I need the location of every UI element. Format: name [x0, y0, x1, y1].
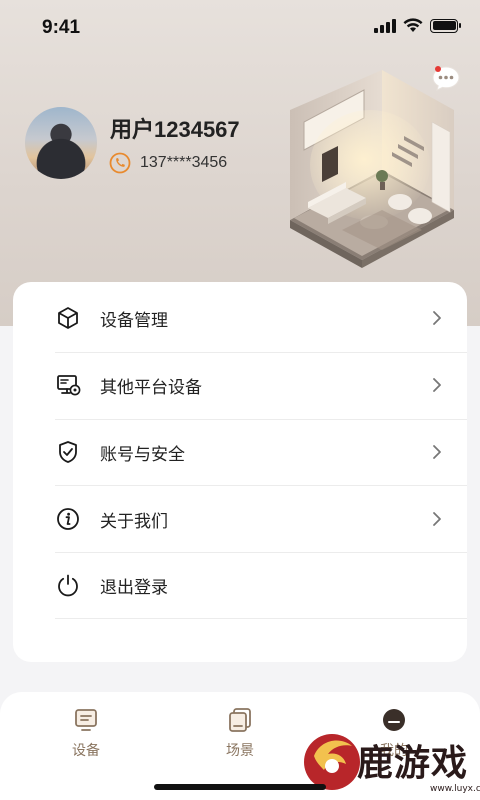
- power-icon: [58, 574, 78, 597]
- home-indicator: [154, 784, 326, 790]
- phone-icon: [109, 152, 131, 174]
- menu-item-label: 账号与安全: [100, 444, 185, 465]
- tab-devices[interactable]: 设备: [56, 706, 116, 760]
- menu-item-account-security[interactable]: 账号与安全: [13, 419, 467, 485]
- menu-item-logout[interactable]: 退出登录: [13, 552, 467, 618]
- chevron-right-icon: [433, 512, 441, 526]
- battery-icon: [430, 18, 461, 33]
- watermark-text: 鹿游戏: [357, 742, 469, 784]
- chevron-right-icon: [433, 311, 441, 325]
- tab-label: 设备: [72, 743, 100, 759]
- menu-card: 设备管理 其他平台设备 账号与安全 关于我们 退出登录: [13, 282, 467, 662]
- chevron-right-icon: [433, 445, 441, 459]
- tab-label: 场景: [226, 743, 254, 759]
- signal-icon: [374, 18, 396, 33]
- device-icon: [75, 709, 97, 731]
- menu-item-label: 其他平台设备: [100, 377, 202, 398]
- status-icons: [374, 18, 461, 33]
- phone-row: 137****3456: [109, 152, 227, 174]
- menu-item-label: 关于我们: [100, 511, 168, 532]
- cube-icon: [58, 307, 78, 329]
- wifi-icon: [403, 18, 423, 32]
- shield-check-icon: [59, 441, 77, 463]
- username: 用户1234567: [110, 117, 240, 142]
- divider: [55, 618, 467, 619]
- status-time: 9:41: [42, 17, 81, 38]
- menu-item-other-platform-devices[interactable]: 其他平台设备: [13, 352, 467, 418]
- monitor-settings-icon: [57, 375, 81, 396]
- tab-scenes[interactable]: 场景: [210, 706, 270, 760]
- menu-item-label: 退出登录: [100, 577, 168, 598]
- chevron-right-icon: [433, 378, 441, 392]
- menu-item-device-management[interactable]: 设备管理: [13, 285, 467, 351]
- phone-number: 137****3456: [140, 154, 228, 171]
- avatar[interactable]: [25, 107, 97, 179]
- menu-item-about-us[interactable]: 关于我们: [13, 486, 467, 552]
- status-bar: 9:41: [0, 0, 480, 56]
- menu-item-label: 设备管理: [100, 310, 168, 331]
- room-illustration: [290, 70, 454, 268]
- watermark-subtext: www.luyx.cn: [430, 784, 480, 794]
- scene-icon: [229, 708, 251, 732]
- info-icon: [57, 508, 79, 530]
